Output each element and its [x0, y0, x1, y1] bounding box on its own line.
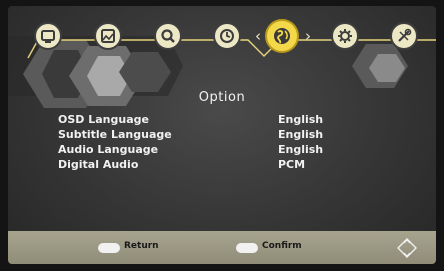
tab-tools[interactable] [390, 22, 418, 50]
menu-item-value: English [278, 143, 324, 156]
ok-button-icon [236, 243, 258, 253]
menu-item-label: Audio Language [58, 143, 159, 156]
tab-right-arrow[interactable]: › [305, 28, 311, 44]
tab-option[interactable] [265, 19, 299, 53]
clock-icon [220, 29, 234, 43]
search-icon [161, 29, 175, 43]
tab-tv[interactable] [34, 22, 62, 50]
category-tabs: ‹ › [8, 19, 436, 62]
menu-item-value: English [278, 113, 324, 126]
return-label: Return [124, 241, 159, 251]
menu-item-label: Digital Audio [58, 158, 139, 171]
tab-clock[interactable] [213, 22, 241, 50]
tab-picture[interactable] [94, 22, 122, 50]
globe-icon [274, 28, 290, 44]
menu-row-digital-audio[interactable]: Digital Audio PCM [58, 157, 388, 172]
menu-row-osd-language[interactable]: OSD Language English [58, 112, 388, 127]
tv-icon [41, 30, 55, 43]
navigation-arrows-icon [397, 238, 417, 258]
picture-icon [101, 29, 115, 43]
tab-left-arrow[interactable]: ‹ [255, 28, 261, 44]
menu-item-label: Subtitle Language [58, 128, 172, 141]
gear-icon [338, 29, 352, 43]
menu-title: Option [198, 90, 246, 105]
menu-item-value: English [278, 128, 324, 141]
tab-search[interactable] [154, 22, 182, 50]
tv-osd-screen: ‹ › Option OSD Language English Subtitle… [8, 6, 436, 264]
menu-item-label: OSD Language [58, 113, 149, 126]
tab-settings[interactable] [331, 22, 359, 50]
footer-bar: Return Confirm [8, 231, 436, 264]
exit-button-icon [98, 243, 120, 253]
menu-item-value: PCM [278, 158, 306, 171]
confirm-label: Confirm [262, 241, 302, 251]
menu-row-subtitle-language[interactable]: Subtitle Language English [58, 127, 388, 142]
menu-row-audio-language[interactable]: Audio Language English [58, 142, 388, 157]
tools-icon [398, 28, 412, 42]
option-menu: OSD Language English Subtitle Language E… [58, 112, 388, 172]
